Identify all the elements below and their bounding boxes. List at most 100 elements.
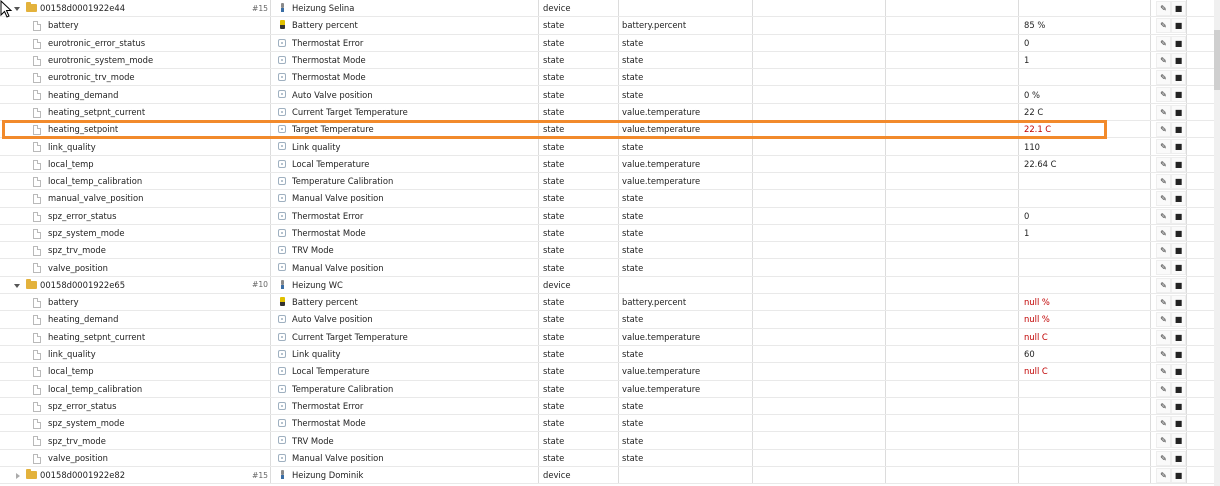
delete-icon[interactable]: ■ <box>1171 173 1186 189</box>
state-value[interactable]: null % <box>1024 294 1144 310</box>
edit-icon[interactable]: ✎ <box>1156 329 1171 345</box>
edit-icon[interactable]: ✎ <box>1156 122 1171 138</box>
edit-icon[interactable]: ✎ <box>1156 364 1171 380</box>
state-value[interactable] <box>1024 69 1144 85</box>
state-value[interactable]: 1 <box>1024 52 1144 68</box>
state-value[interactable]: null C <box>1024 363 1144 379</box>
edit-icon[interactable]: ✎ <box>1156 139 1171 155</box>
state-id[interactable]: local_temp <box>48 156 268 172</box>
state-value[interactable]: null C <box>1024 329 1144 345</box>
edit-icon[interactable]: ✎ <box>1156 208 1171 224</box>
state-id[interactable]: spz_system_mode <box>48 225 268 241</box>
device-row[interactable]: 00158d0001922e82 #15 Heizung Dominik device… <box>0 467 1220 485</box>
delete-icon[interactable]: ■ <box>1171 416 1186 432</box>
expand-arrow-icon[interactable] <box>16 473 20 480</box>
state-value[interactable]: 22 C <box>1024 104 1144 120</box>
state-id[interactable]: local_temp_calibration <box>48 173 268 189</box>
edit-icon[interactable]: ✎ <box>1156 1 1171 16</box>
device-id[interactable]: 00158d0001922e65 <box>40 277 240 293</box>
device-id[interactable]: 00158d0001922e82 <box>40 467 240 483</box>
state-value[interactable]: 1 <box>1024 225 1144 241</box>
state-row[interactable]: battery Battery percent state battery.perce… <box>0 17 1220 35</box>
state-id[interactable]: eurotronic_trv_mode <box>48 69 268 85</box>
edit-icon[interactable]: ✎ <box>1156 18 1171 34</box>
delete-icon[interactable]: ■ <box>1171 87 1186 103</box>
state-id[interactable]: battery <box>48 294 268 310</box>
state-id[interactable]: link_quality <box>48 346 268 362</box>
edit-icon[interactable]: ✎ <box>1156 87 1171 103</box>
delete-icon[interactable]: ■ <box>1171 191 1186 207</box>
edit-icon[interactable]: ✎ <box>1156 346 1171 362</box>
state-value[interactable] <box>1024 242 1144 258</box>
state-id[interactable]: spz_trv_mode <box>48 432 268 448</box>
state-value[interactable]: 60 <box>1024 346 1144 362</box>
delete-icon[interactable]: ■ <box>1171 52 1186 68</box>
delete-icon[interactable]: ■ <box>1171 1 1186 16</box>
state-id[interactable]: valve_position <box>48 450 268 466</box>
state-id[interactable]: spz_system_mode <box>48 415 268 431</box>
delete-icon[interactable]: ■ <box>1171 122 1186 138</box>
edit-icon[interactable]: ✎ <box>1156 277 1171 293</box>
state-row[interactable]: local_temp_calibration Temperature Calibr… <box>0 172 1220 191</box>
delete-icon[interactable]: ■ <box>1171 312 1186 328</box>
delete-icon[interactable]: ■ <box>1171 346 1186 362</box>
state-id[interactable]: local_temp_calibration <box>48 381 268 397</box>
state-value[interactable] <box>1024 450 1144 466</box>
state-value[interactable] <box>1024 398 1144 414</box>
state-id[interactable]: valve_position <box>48 259 268 275</box>
delete-icon[interactable]: ■ <box>1171 225 1186 241</box>
delete-icon[interactable]: ■ <box>1171 243 1186 259</box>
edit-icon[interactable]: ✎ <box>1156 52 1171 68</box>
state-id[interactable]: heating_demand <box>48 311 268 327</box>
delete-icon[interactable]: ■ <box>1171 433 1186 449</box>
state-row[interactable]: spz_error_status Thermostat Error state sta… <box>0 397 1220 416</box>
delete-icon[interactable]: ■ <box>1171 208 1186 224</box>
state-row[interactable]: eurotronic_error_status Thermostat Error s… <box>0 34 1220 52</box>
state-row[interactable]: link_quality Link quality state state 60 ✎ ■ <box>0 345 1220 364</box>
state-id[interactable]: heating_demand <box>48 86 268 102</box>
state-row[interactable]: spz_error_status Thermostat Error state sta… <box>0 207 1220 225</box>
device-row[interactable]: 00158d0001922e65 #10 Heizung WC device ✎ ■ <box>0 276 1220 295</box>
edit-icon[interactable]: ✎ <box>1156 398 1171 414</box>
state-id[interactable]: spz_error_status <box>48 398 268 414</box>
edit-icon[interactable]: ✎ <box>1156 70 1171 86</box>
state-row[interactable]: spz_trv_mode TRV Mode state state ✎ ■ <box>0 432 1220 450</box>
delete-icon[interactable]: ■ <box>1171 260 1186 276</box>
edit-icon[interactable]: ✎ <box>1156 173 1171 189</box>
delete-icon[interactable]: ■ <box>1171 329 1186 345</box>
delete-icon[interactable]: ■ <box>1171 18 1186 34</box>
state-row[interactable]: manual_valve_position Manual Valve positi… <box>0 190 1220 208</box>
state-value[interactable] <box>1024 415 1144 431</box>
state-row[interactable]: link_quality Link quality state state 110 ✎ ■ <box>0 138 1220 156</box>
delete-icon[interactable]: ■ <box>1171 295 1186 311</box>
edit-icon[interactable]: ✎ <box>1156 260 1171 276</box>
state-id[interactable]: link_quality <box>48 138 268 154</box>
state-value[interactable] <box>1024 432 1144 448</box>
edit-icon[interactable]: ✎ <box>1156 156 1171 172</box>
state-value[interactable]: 110 <box>1024 138 1144 154</box>
state-id[interactable]: heating_setpoint <box>48 121 268 137</box>
collapse-arrow-icon[interactable] <box>14 283 20 288</box>
device-row[interactable]: 00158d0001922e44 #15 Heizung Selina device ✎… <box>0 0 1220 18</box>
state-row[interactable]: eurotronic_trv_mode Thermostat Mode state s… <box>0 69 1220 87</box>
collapse-arrow-icon[interactable] <box>14 7 20 11</box>
delete-icon[interactable]: ■ <box>1171 139 1186 155</box>
state-id[interactable]: heating_setpnt_current <box>48 329 268 345</box>
state-value[interactable] <box>1024 173 1144 189</box>
delete-icon[interactable]: ■ <box>1171 277 1186 293</box>
state-row[interactable]: spz_system_mode Thermostat Mode state state… <box>0 224 1220 243</box>
state-value[interactable]: 22.64 C <box>1024 156 1144 172</box>
state-row[interactable]: heating_demand Auto Valve position state st… <box>0 311 1220 329</box>
state-row[interactable]: heating_setpnt_current Current Target Tem… <box>0 103 1220 122</box>
delete-icon[interactable]: ■ <box>1171 156 1186 172</box>
state-id[interactable]: spz_trv_mode <box>48 242 268 258</box>
state-value[interactable]: 0 <box>1024 208 1144 224</box>
state-value[interactable]: 22.1 C <box>1024 121 1144 137</box>
state-id[interactable]: manual_valve_position <box>48 190 268 206</box>
state-row[interactable]: heating_setpnt_current Current Target Tem… <box>0 328 1220 346</box>
edit-icon[interactable]: ✎ <box>1156 35 1171 51</box>
state-row[interactable]: valve_position Manual Valve position state… <box>0 449 1220 468</box>
state-row[interactable]: eurotronic_system_mode Thermostat Mode sta… <box>0 51 1220 70</box>
edit-icon[interactable]: ✎ <box>1156 295 1171 311</box>
state-row[interactable]: heating_setpoint Target Temperature state v… <box>0 121 1220 139</box>
